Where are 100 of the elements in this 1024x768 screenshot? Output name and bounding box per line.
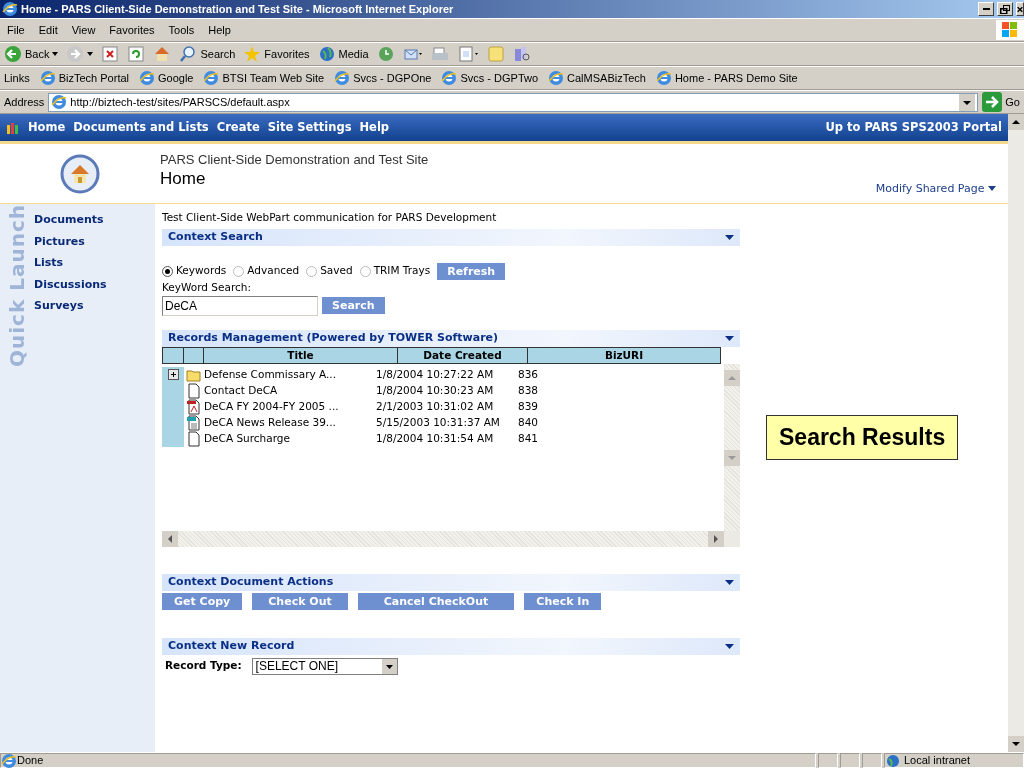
nav-link[interactable]: Home [28, 118, 66, 137]
printer-icon [430, 45, 449, 63]
table-cell[interactable]: Contact DeCA [204, 382, 374, 399]
stop-button[interactable] [101, 45, 120, 63]
status-text: Done [17, 753, 44, 768]
radio-option[interactable]: Saved [306, 263, 353, 280]
radio-option[interactable]: Keywords [162, 263, 227, 280]
webpart-title: Context Search [168, 229, 263, 245]
edit-button[interactable] [456, 45, 479, 63]
stop-icon [101, 45, 120, 63]
minimize-icon [982, 8, 990, 10]
page-icon [456, 45, 479, 63]
record-type-dropdown[interactable]: [SELECT ONE] [251, 657, 398, 675]
table-cell[interactable]: DeCA Surcharge [204, 430, 374, 447]
table-cell-text: 841 [518, 430, 540, 446]
description: Test Client-Side WebPart communication for PARS Development [162, 210, 498, 225]
table-cell-text: 838 [518, 382, 540, 398]
window-title: Home - PARS Client-Side Demonstration and Test Site - Microsoft Internet Explorer [21, 1, 455, 17]
nav-link[interactable]: Create [216, 118, 260, 137]
restore-icon [1000, 4, 1010, 14]
quick-launch-link[interactable]: Surveys [34, 298, 107, 315]
page-title: Home [160, 169, 207, 187]
vertical-scrollbar[interactable] [724, 363, 740, 547]
link[interactable]: BizTech Portal [39, 69, 129, 87]
research-button[interactable] [512, 45, 531, 63]
caret-icon[interactable] [725, 234, 734, 240]
restore-button[interactable] [997, 2, 1013, 16]
address-label: Address [4, 94, 45, 110]
document-icon [186, 382, 202, 399]
table-cell[interactable]: DeCA News Release 39... [204, 414, 374, 431]
media-button[interactable]: Media [317, 45, 369, 63]
minimize-button[interactable] [978, 2, 994, 16]
horizontal-scrollbar[interactable] [162, 530, 724, 547]
browser-icon [39, 70, 56, 86]
link[interactable]: BTSI Team Web Site [203, 69, 325, 87]
radio-option[interactable]: TRIM Trays [359, 263, 431, 280]
link[interactable]: Svcs - DGPOne [334, 69, 432, 87]
nav-link[interactable]: Site Settings [267, 118, 352, 137]
table-cell[interactable]: Defense Commissary A... [204, 366, 374, 383]
favorites-button[interactable]: Favorites [243, 45, 310, 63]
webpart-title: Context Document Actions [168, 573, 334, 590]
table-cell[interactable]: DeCA FY 2004-FY 2005 ... [204, 398, 374, 415]
menu-item[interactable]: Help [205, 20, 234, 40]
home-button[interactable] [153, 45, 172, 63]
home-icon [60, 153, 100, 194]
browser-icon [51, 94, 68, 110]
caret-icon[interactable] [725, 579, 734, 585]
menu-item[interactable]: Edit [35, 20, 61, 40]
refresh-button[interactable] [127, 45, 146, 63]
quick-launch-label: Quick Launch [4, 204, 30, 368]
nav-link[interactable]: Documents and Lists [73, 118, 209, 137]
menu-item[interactable]: View [68, 20, 99, 40]
caret-icon [988, 186, 996, 191]
document-icon [186, 430, 202, 447]
table-cell-text: 840 [518, 414, 540, 430]
link[interactable]: CalMSABizTech [548, 69, 646, 87]
link[interactable]: Google [139, 69, 194, 87]
close-button[interactable] [1016, 2, 1024, 16]
quick-launch-link[interactable]: Pictures [34, 233, 107, 250]
caret-icon[interactable] [725, 643, 734, 649]
table-cell-text: 839 [518, 398, 540, 414]
caret-icon[interactable] [725, 335, 734, 341]
back-button[interactable]: Back [4, 45, 59, 63]
nav-link[interactable]: Help [359, 118, 390, 137]
links-label: Links [4, 70, 30, 86]
modify-page-link[interactable]: Modify Shared Page [875, 180, 996, 197]
menu-item[interactable]: Favorites [106, 20, 158, 40]
keyword-field[interactable]: DeCA [162, 295, 318, 316]
expand-icon[interactable] [167, 369, 179, 380]
link[interactable]: Svcs - DGPTwo [441, 69, 539, 87]
menu-item[interactable]: File [4, 20, 28, 40]
quick-launch-link[interactable]: Lists [34, 255, 107, 272]
browser-icon [334, 70, 351, 86]
web-page-icon [186, 414, 202, 431]
record-type-label: Record Type: [165, 658, 242, 674]
magnifier-icon [179, 45, 198, 63]
site-title: PARS Client-Side Demonstration and Test Site [160, 151, 430, 169]
browser-icon [139, 70, 155, 86]
browser-icon [548, 70, 565, 86]
quick-launch-link[interactable]: Discussions [34, 276, 107, 293]
row-selector[interactable] [162, 366, 184, 383]
research-icon [512, 45, 531, 63]
star-icon [243, 45, 262, 63]
history-button[interactable] [376, 45, 395, 63]
address-field[interactable]: http://biztech-test/sites/PARSCS/default.aspx [48, 92, 979, 112]
table-cell-text: 1/8/2004 10:30:23 AM [376, 382, 495, 398]
browser-icon [655, 70, 672, 86]
vertical-scrollbar[interactable] [1008, 114, 1024, 752]
home-icon [153, 45, 172, 63]
browser-icon [2, 1, 18, 17]
radio-option[interactable]: Advanced [233, 263, 300, 280]
people-icon [6, 120, 20, 135]
link[interactable]: Home - PARS Demo Site [655, 69, 798, 87]
forward-button[interactable] [66, 45, 94, 63]
print-button[interactable] [430, 45, 449, 63]
go-button[interactable]: Go [982, 92, 1020, 112]
menu-item[interactable]: Tools [165, 20, 198, 40]
quick-launch-link[interactable]: Documents [34, 212, 107, 229]
portal-link[interactable]: Up to PARS SPS2003 Portal [825, 118, 1002, 137]
search-button[interactable]: Search [179, 45, 236, 63]
